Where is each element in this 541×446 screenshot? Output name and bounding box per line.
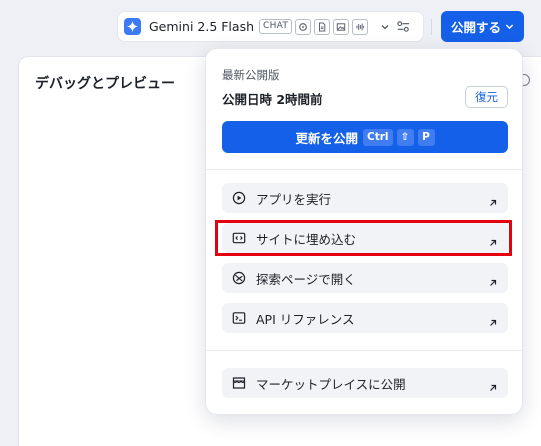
toolbar-divider: [431, 19, 432, 35]
update-publish-button[interactable]: 更新を公開 Ctrl ⇧ P: [222, 121, 508, 153]
update-publish-label: 更新を公開: [295, 130, 358, 146]
menu-item-run-app[interactable]: アプリを実行: [222, 183, 508, 213]
menu-item-explore-page[interactable]: 探索ページで開く: [222, 263, 508, 293]
arrow-up-right-icon: [488, 233, 498, 246]
gear-sparkle-icon: [295, 18, 312, 35]
document-icon: [314, 18, 331, 35]
play-circle-icon: [232, 191, 246, 205]
arrow-up-right-icon: [488, 313, 498, 326]
compass-icon: [232, 271, 246, 285]
gemini-logo-icon: [124, 18, 141, 35]
chevron-down-icon: [505, 24, 514, 30]
arrow-up-right-icon: [488, 193, 498, 206]
menu-item-embed-site[interactable]: サイトに埋め込む: [222, 223, 508, 253]
menu-item-label: サイトに埋め込む: [256, 231, 357, 247]
publish-label: 公開する: [450, 20, 501, 35]
shortcut-key-shift: ⇧: [396, 128, 414, 146]
publish-button[interactable]: 公開する: [441, 11, 524, 42]
image-icon: [333, 18, 350, 35]
model-selector[interactable]: Gemini 2.5 Flash CHAT: [117, 11, 424, 42]
publish-popover: 最新公開版 公開日時 2時間前 復元 更新を公開 Ctrl ⇧ P アプリを実行…: [205, 48, 523, 415]
model-name: Gemini 2.5 Flash: [149, 19, 255, 34]
panel-title: デバッグとプレビュー: [35, 76, 175, 92]
menu-item-label: 探索ページで開く: [256, 271, 356, 287]
shortcut-key-ctrl: Ctrl: [363, 128, 393, 146]
arrow-up-right-icon: [488, 378, 498, 391]
store-icon: [232, 376, 246, 390]
shortcut-key-p: P: [417, 128, 435, 146]
menu-item-label: アプリを実行: [256, 191, 332, 207]
divider: [206, 350, 522, 351]
menu-item-label: API リファレンス: [256, 311, 355, 327]
menu-item-api-reference[interactable]: API リファレンス: [222, 303, 508, 333]
model-settings-button[interactable]: [389, 16, 417, 36]
chat-tag: CHAT: [259, 19, 293, 34]
latest-version-label: 最新公開版: [222, 68, 280, 82]
restore-button[interactable]: 復元: [465, 86, 508, 108]
menu-item-marketplace[interactable]: マーケットプレイスに公開: [222, 368, 508, 398]
embed-code-icon: [232, 231, 246, 245]
terminal-icon: [232, 311, 246, 325]
publish-time: 公開日時 2時間前: [222, 92, 323, 107]
sliders-icon: [396, 20, 409, 32]
divider: [206, 169, 522, 170]
audio-wave-icon: [352, 18, 369, 35]
menu-item-label: マーケットプレイスに公開: [256, 376, 406, 392]
arrow-up-right-icon: [488, 273, 498, 286]
